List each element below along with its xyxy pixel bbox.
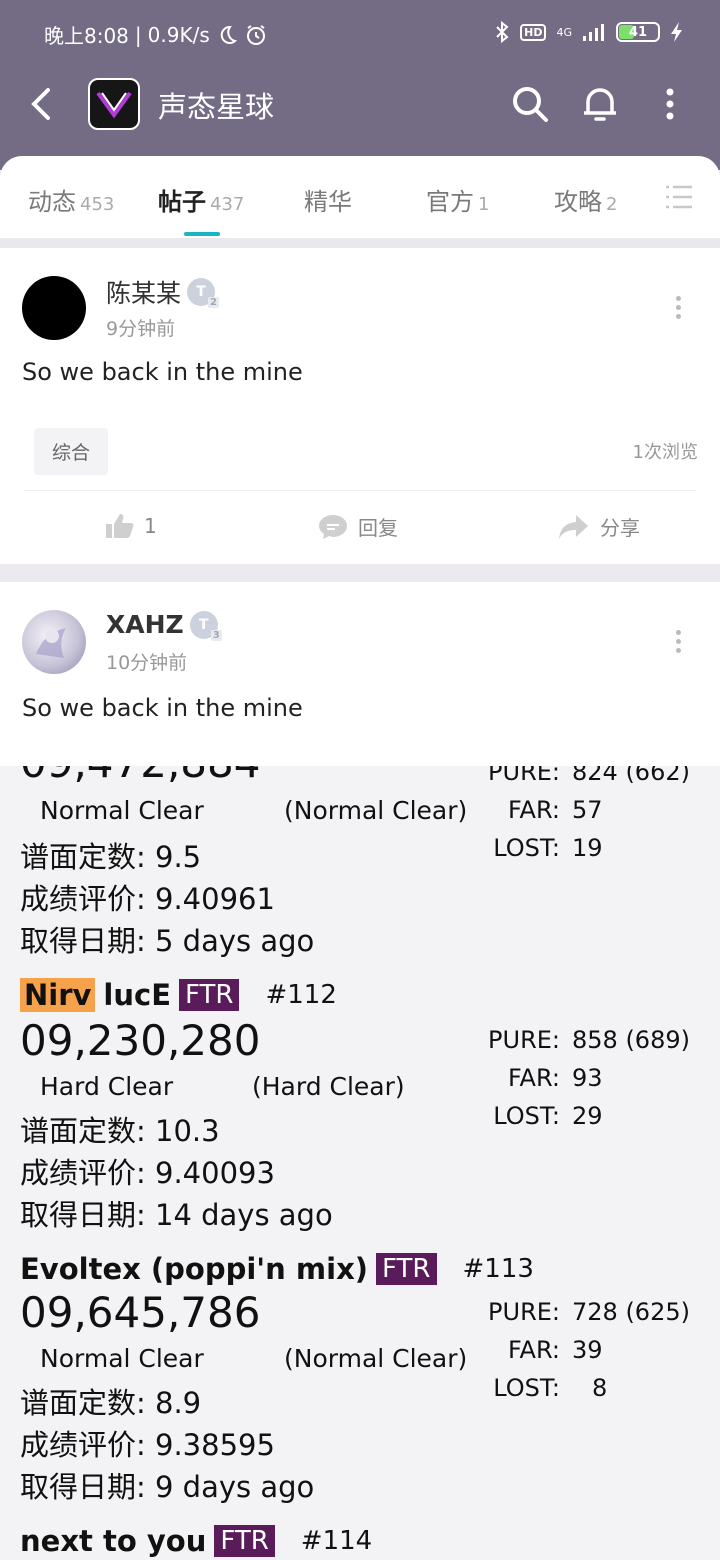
card-divider bbox=[24, 490, 696, 491]
difficulty-badge: FTR bbox=[376, 1253, 437, 1285]
post-content[interactable]: So we back in the mine bbox=[22, 694, 303, 722]
post-time: 9分钟前 bbox=[106, 318, 176, 340]
tab-dynamic[interactable]: 动态 453 bbox=[28, 182, 114, 217]
score-value: 09,230,280 bbox=[20, 1016, 261, 1065]
song-title: Evoltex (poppi'n mix) FTR #113 bbox=[20, 1252, 534, 1286]
far-row: FAR: 93 bbox=[507, 1064, 603, 1092]
list-icon[interactable] bbox=[664, 182, 694, 212]
clear-type-alt: (Normal Clear) bbox=[284, 796, 468, 825]
post-image-scores[interactable]: 09,472,884 Normal Clear (Normal Clear) P… bbox=[0, 766, 720, 1560]
clear-type: Normal Clear bbox=[40, 1344, 204, 1373]
score-value: 09,472,884 bbox=[20, 766, 260, 787]
avatar[interactable] bbox=[22, 610, 86, 674]
lost-row: LOST: 19 bbox=[493, 834, 603, 862]
more-menu-icon[interactable] bbox=[648, 82, 692, 126]
obtained-date: 取得日期: 14 days ago bbox=[20, 1198, 333, 1232]
back-icon[interactable] bbox=[24, 82, 64, 126]
top-bar: 晚上8:08 | 0.9K/s HD 4G 41 声态星球 bbox=[0, 0, 720, 170]
clear-type: Hard Clear bbox=[40, 1072, 174, 1101]
charging-icon bbox=[671, 22, 682, 42]
post-card[interactable]: 陈某某 T2 9分钟前 So we back in the mine 综合 1次… bbox=[0, 248, 720, 564]
pure-row: PURE: 858 (689) bbox=[488, 1026, 690, 1054]
tab-guides[interactable]: 攻略 2 bbox=[554, 182, 617, 217]
avatar[interactable] bbox=[22, 276, 86, 340]
score-rating: 成绩评价: 9.40093 bbox=[20, 1156, 275, 1190]
song-title: next to you FTR #114 bbox=[20, 1524, 373, 1558]
far-row: FAR: 39 bbox=[507, 1336, 603, 1364]
view-count: 1次浏览 bbox=[632, 442, 698, 463]
tab-posts[interactable]: 帖子 437 bbox=[158, 182, 244, 217]
status-speed: 0.9K/s bbox=[147, 22, 210, 47]
section-divider bbox=[0, 238, 720, 248]
reply-button[interactable]: 回复 bbox=[318, 512, 398, 541]
rank-number: #114 bbox=[300, 1526, 373, 1556]
post-more-icon[interactable] bbox=[676, 630, 682, 657]
like-button[interactable]: 1 bbox=[104, 512, 157, 540]
bluetooth-icon bbox=[496, 20, 509, 44]
post-username[interactable]: XAHZ T3 bbox=[106, 610, 222, 641]
hd-icon: HD bbox=[520, 23, 547, 41]
difficulty-badge: FTR bbox=[179, 979, 240, 1011]
far-row: FAR: 57 bbox=[507, 796, 603, 824]
status-time: 晚上8:08 bbox=[44, 24, 129, 48]
post-more-icon[interactable] bbox=[676, 296, 682, 323]
search-icon[interactable] bbox=[508, 82, 552, 126]
network-label: 4G bbox=[556, 25, 572, 39]
pure-row: PURE: 824 (662) bbox=[488, 766, 690, 786]
rank-number: #112 bbox=[265, 980, 337, 1010]
post-time: 10分钟前 bbox=[106, 652, 188, 674]
signal-icon bbox=[583, 24, 604, 41]
chart-constant: 谱面定数: 8.9 bbox=[20, 1386, 202, 1420]
bell-icon[interactable] bbox=[578, 82, 622, 126]
status-bar: 晚上8:08 | 0.9K/s HD 4G 41 bbox=[0, 0, 720, 68]
tab-bar: 动态 453 帖子 437 精华 官方 1 攻略 2 bbox=[0, 156, 720, 238]
thumbs-up-icon bbox=[106, 514, 134, 538]
level-badge-icon: T2 bbox=[187, 278, 220, 308]
clear-type-alt: (Hard Clear) bbox=[252, 1072, 405, 1101]
tab-featured[interactable]: 精华 bbox=[304, 182, 356, 217]
post-tag[interactable]: 综合 bbox=[34, 428, 109, 475]
chart-constant: 谱面定数: 9.5 bbox=[20, 840, 202, 874]
lost-row: LOST: 29 bbox=[493, 1102, 603, 1130]
app-logo bbox=[88, 78, 140, 130]
lost-row: LOST: 8 bbox=[493, 1374, 608, 1402]
obtained-date: 取得日期: 9 days ago bbox=[20, 1470, 315, 1504]
chart-constant: 谱面定数: 10.3 bbox=[20, 1114, 220, 1148]
tab-official[interactable]: 官方 1 bbox=[426, 182, 489, 217]
battery-icon: 41 bbox=[616, 22, 660, 42]
active-tab-indicator bbox=[184, 232, 220, 236]
page-title: 声态星球 bbox=[158, 90, 275, 124]
song-title: Nirv lucE FTR #112 bbox=[20, 978, 337, 1012]
obtained-date: 取得日期: 5 days ago bbox=[20, 924, 315, 958]
nav-bar: 声态星球 bbox=[0, 74, 720, 138]
post-username[interactable]: 陈某某 T2 bbox=[106, 274, 220, 310]
rank-number: #113 bbox=[462, 1254, 534, 1284]
level-badge-icon: T3 bbox=[189, 610, 222, 641]
clear-type-alt: (Normal Clear) bbox=[284, 1344, 468, 1373]
score-rating: 成绩评价: 9.40961 bbox=[20, 882, 275, 916]
share-button[interactable]: 分享 bbox=[558, 512, 640, 541]
post-card[interactable]: XAHZ T3 10分钟前 So we back in the mine bbox=[0, 582, 720, 766]
post-content[interactable]: So we back in the mine bbox=[22, 358, 303, 386]
score-value: 09,645,786 bbox=[20, 1288, 261, 1337]
moon-icon bbox=[220, 25, 237, 44]
alarm-icon bbox=[246, 24, 265, 45]
pure-row: PURE: 728 (625) bbox=[488, 1298, 690, 1326]
clear-type: Normal Clear bbox=[40, 796, 204, 825]
comment-icon bbox=[319, 514, 347, 539]
difficulty-badge: FTR bbox=[214, 1525, 275, 1557]
share-icon bbox=[559, 514, 588, 539]
score-rating: 成绩评价: 9.38595 bbox=[20, 1428, 275, 1462]
